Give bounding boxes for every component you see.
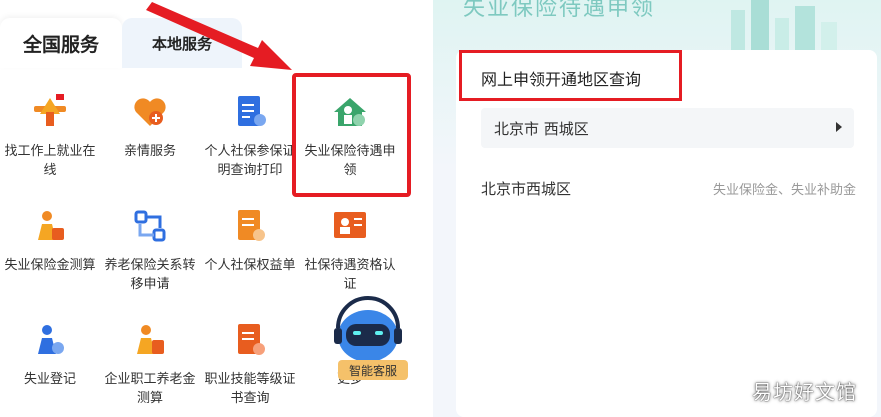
service-item[interactable]: 个人社保参保证 明查询打印 <box>200 92 300 180</box>
service-item[interactable]: 亲情服务 <box>100 92 200 161</box>
service-label: 失业登记 <box>23 372 76 387</box>
tab-national-services[interactable]: 全国服务 <box>0 18 122 68</box>
page-header-title: 失业保险待遇申领 <box>463 0 656 21</box>
service-item[interactable]: 社保待遇资格认 证 <box>300 206 400 294</box>
service-label: 职业技能等级证 书查询 <box>204 372 296 406</box>
red-arrow-icon <box>146 2 292 70</box>
service-label: 失业保险金测算 <box>4 258 96 273</box>
service-item[interactable]: 个人社保权益单 <box>200 206 300 275</box>
service-label: 亲情服务 <box>123 144 176 159</box>
pension-transfer-icon <box>130 206 170 246</box>
region-query-card: 网上申领开通地区查询 北京市 西城区 北京市西城区 失业保险金、失业补助金 <box>456 50 877 417</box>
caret-right-icon <box>836 122 842 132</box>
service-label: 养老保险关系转 移申请 <box>104 258 196 292</box>
skill-cert-icon <box>230 320 270 360</box>
region-selector[interactable]: 北京市 西城区 <box>481 108 854 148</box>
certificate-icon <box>230 92 270 132</box>
service-label: 个人社保参保证 明查询打印 <box>204 144 296 178</box>
service-item[interactable]: 失业登记 <box>0 320 100 389</box>
city-buildings-icon <box>731 0 837 50</box>
service-item[interactable]: 养老保险关系转 移申请 <box>100 206 200 294</box>
service-item[interactable]: 失业保险金测算 <box>0 206 100 275</box>
unemployment-register-icon <box>30 320 70 360</box>
unemployment-calc-icon <box>30 206 70 246</box>
service-label: 社保待遇资格认 证 <box>304 258 396 292</box>
region-name: 北京市西城区 <box>481 180 572 198</box>
service-label: 个人社保权益单 <box>204 258 296 273</box>
qualification-icon <box>330 206 370 246</box>
unemployment-claim-page: 失业保险待遇申领 网上申领开通地区查询 北京市 西城区 北京市西城区 失业保险金… <box>433 0 881 417</box>
national-services-panel: 全国服务 本地服务 找工作上就业在 线 亲情服务 个人社保参保证 明查询打印 失… <box>0 0 411 417</box>
region-benefits: 失业保险金、失业补助金 <box>712 183 856 198</box>
heart-plus-icon <box>130 92 170 132</box>
region-selector-value: 北京市 西城区 <box>494 119 589 138</box>
highlight-box <box>292 73 411 197</box>
job-icon <box>30 92 70 132</box>
rights-sheet-icon <box>230 206 270 246</box>
service-item[interactable]: 职业技能等级证 书查询 <box>200 320 300 408</box>
watermark: 易坊好文馆 <box>752 380 857 404</box>
pension-calc-icon <box>130 320 170 360</box>
service-label: 企业职工养老金 测算 <box>104 372 196 406</box>
robot-assistant-label[interactable]: 智能客服 <box>338 360 408 380</box>
service-item[interactable]: 企业职工养老金 测算 <box>100 320 200 408</box>
service-label: 找工作上就业在 线 <box>4 144 96 178</box>
service-item[interactable]: 找工作上就业在 线 <box>0 92 100 180</box>
card-title: 网上申领开通地区查询 <box>481 70 642 89</box>
